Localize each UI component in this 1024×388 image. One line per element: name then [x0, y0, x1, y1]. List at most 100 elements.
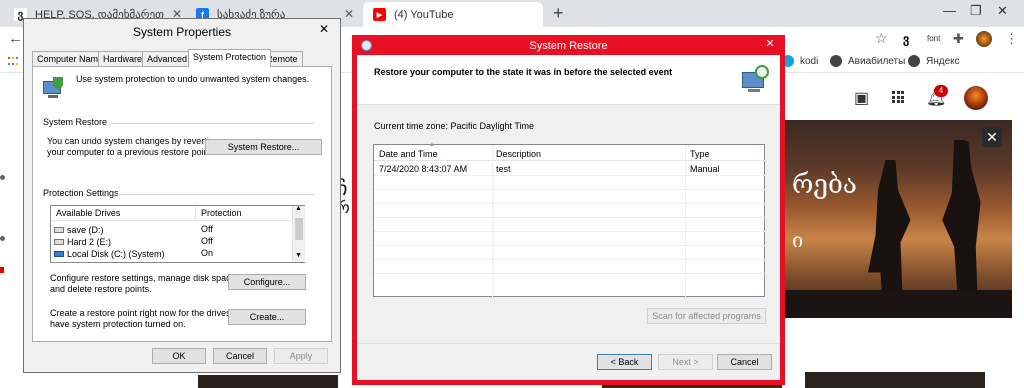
page-bullet [0, 236, 5, 241]
drives-list[interactable]: Available Drives Protection save (D:) Of… [50, 205, 305, 263]
apply-button[interactable]: Apply [274, 348, 328, 364]
close-tab-icon[interactable]: ✕ [344, 7, 354, 21]
scan-affected-programs-button[interactable]: Scan for affected programs [647, 308, 766, 324]
scroll-thumb[interactable] [295, 218, 303, 240]
header-divider [51, 220, 291, 221]
restore-point-date[interactable]: 7/24/2020 8:43:07 AM [379, 164, 467, 174]
page-bullet [0, 267, 4, 273]
youtube-avatar[interactable] [964, 86, 988, 110]
create-desc-line-1: Create a restore point right now for the… [50, 308, 249, 318]
configure-button[interactable]: Configure... [228, 274, 306, 290]
row-divider [374, 175, 766, 176]
banner-subtitle-text: ი [792, 228, 804, 252]
ok-button[interactable]: OK [152, 348, 206, 364]
bookmark-kodi[interactable]: kodi [782, 55, 818, 67]
profile-avatar[interactable] [976, 31, 992, 47]
banner-close-button[interactable]: ✕ [982, 127, 1002, 147]
banner-ground [785, 290, 1012, 318]
close-window-icon[interactable]: ✕ [997, 3, 1008, 19]
system-restore-button[interactable]: System Restore... [205, 139, 322, 155]
create-video-icon[interactable]: ▣ [854, 88, 869, 108]
restore-window-icon[interactable]: ❐ [970, 3, 982, 19]
date-column-header[interactable]: Date and Time [379, 149, 438, 159]
footer-divider [357, 343, 780, 344]
apps-grid-icon[interactable] [8, 57, 18, 67]
drive-row[interactable]: save (D:) [54, 224, 104, 235]
georgian-extension-icon[interactable]: ვ [903, 32, 909, 46]
scroll-down-icon[interactable]: ▼ [295, 252, 302, 259]
system-restore-group-label: System Restore [43, 117, 108, 127]
description-column-header[interactable]: Description [496, 149, 541, 159]
new-tab-button[interactable]: + [553, 3, 564, 24]
type-column-header[interactable]: Type [690, 149, 710, 159]
column-divider [685, 145, 686, 298]
tab-panel: Use system protection to undo unwanted s… [32, 66, 332, 342]
restore-desc-line-2: your computer to a previous restore poin… [47, 147, 214, 157]
configure-desc-line-1: Configure restore settings, manage disk … [50, 273, 239, 283]
kneeling-person-silhouette [868, 160, 911, 310]
group-divider [109, 123, 315, 124]
protection-column-header[interactable]: Protection [201, 208, 242, 219]
row-divider [374, 231, 766, 232]
scroll-up-icon[interactable]: ▲ [295, 205, 302, 212]
list-scrollbar[interactable]: ▲ ▼ [292, 205, 305, 262]
column-divider [195, 206, 196, 220]
group-divider [117, 194, 315, 195]
hard-drive-icon [54, 226, 64, 233]
cancel-button[interactable]: Cancel [213, 348, 267, 364]
wizard-heading: Restore your computer to the state it wa… [374, 67, 673, 77]
tab-hardware[interactable]: Hardware [98, 51, 148, 67]
window-title: System Restore [529, 40, 608, 52]
restore-point-description[interactable]: test [496, 164, 511, 174]
intro-text: Use system protection to undo unwanted s… [76, 74, 310, 84]
globe-icon [830, 55, 842, 67]
chrome-menu-icon[interactable]: ⋮ [1005, 31, 1018, 47]
back-arrow-icon[interactable]: ← [8, 30, 23, 47]
window-title: System Properties [132, 25, 232, 39]
bookmark-yandex[interactable]: Яндекс [908, 55, 960, 67]
bookmark-aviabilety[interactable]: Авиабилеты [830, 55, 905, 67]
drive-protection-status: Off [201, 224, 213, 234]
close-icon[interactable]: ✕ [758, 37, 782, 52]
cancel-button[interactable]: Cancel [717, 354, 772, 370]
restore-points-table[interactable]: Date and Time ▲ Description Type 7/24/20… [373, 142, 766, 298]
youtube-icon: ▶ [373, 8, 386, 21]
banner-title-text: რება [792, 170, 857, 200]
drive-row[interactable]: Hard 2 (E:) [54, 236, 111, 247]
globe-icon [908, 55, 920, 67]
bookmark-star-icon[interactable]: ☆ [875, 30, 888, 47]
back-button[interactable]: < Back [597, 354, 652, 370]
restore-point-type[interactable]: Manual [690, 164, 720, 174]
video-thumbnail[interactable] [805, 372, 985, 388]
configure-desc-line-2: and delete restore points. [50, 284, 152, 294]
drives-column-header[interactable]: Available Drives [56, 208, 120, 219]
tab-youtube[interactable]: ▶ (4) YouTube [363, 2, 543, 27]
close-icon[interactable]: ✕ [313, 21, 335, 37]
restore-desc-line-1: You can undo system changes by reverting [47, 136, 219, 146]
extensions-puzzle-icon[interactable]: ✚ [953, 31, 964, 47]
restore-computer-icon [742, 65, 772, 93]
drive-row[interactable]: Local Disk (C:) (System) [54, 248, 165, 259]
tab-system-protection[interactable]: System Protection [188, 49, 272, 67]
next-button[interactable]: Next > [658, 354, 713, 370]
create-button[interactable]: Create... [228, 309, 306, 325]
computer-shield-icon [43, 77, 65, 99]
youtube-apps-icon[interactable] [892, 91, 904, 103]
system-restore-window: System Restore ✕ Restore your computer t… [352, 35, 785, 385]
minimize-icon[interactable]: — [943, 3, 956, 18]
tab-computer-name[interactable]: Computer Name [32, 51, 109, 67]
row-divider [374, 217, 766, 218]
hard-drive-icon [54, 238, 64, 245]
row-divider [374, 259, 766, 260]
create-desc-line-2: have system protection turned on. [50, 319, 186, 329]
video-thumbnail[interactable] [198, 375, 338, 388]
protection-settings-group-label: Protection Settings [43, 188, 119, 198]
timezone-label: Current time zone: Pacific Daylight Time [374, 121, 535, 131]
youtube-promo-banner[interactable]: რება ი [785, 120, 1012, 318]
font-extension-label[interactable]: font [927, 34, 940, 43]
tab-advanced[interactable]: Advanced [142, 51, 193, 67]
system-drive-icon [54, 250, 64, 257]
row-divider [374, 203, 766, 204]
wizard-header: Restore your computer to the state it wa… [357, 55, 780, 105]
row-divider [374, 273, 766, 274]
